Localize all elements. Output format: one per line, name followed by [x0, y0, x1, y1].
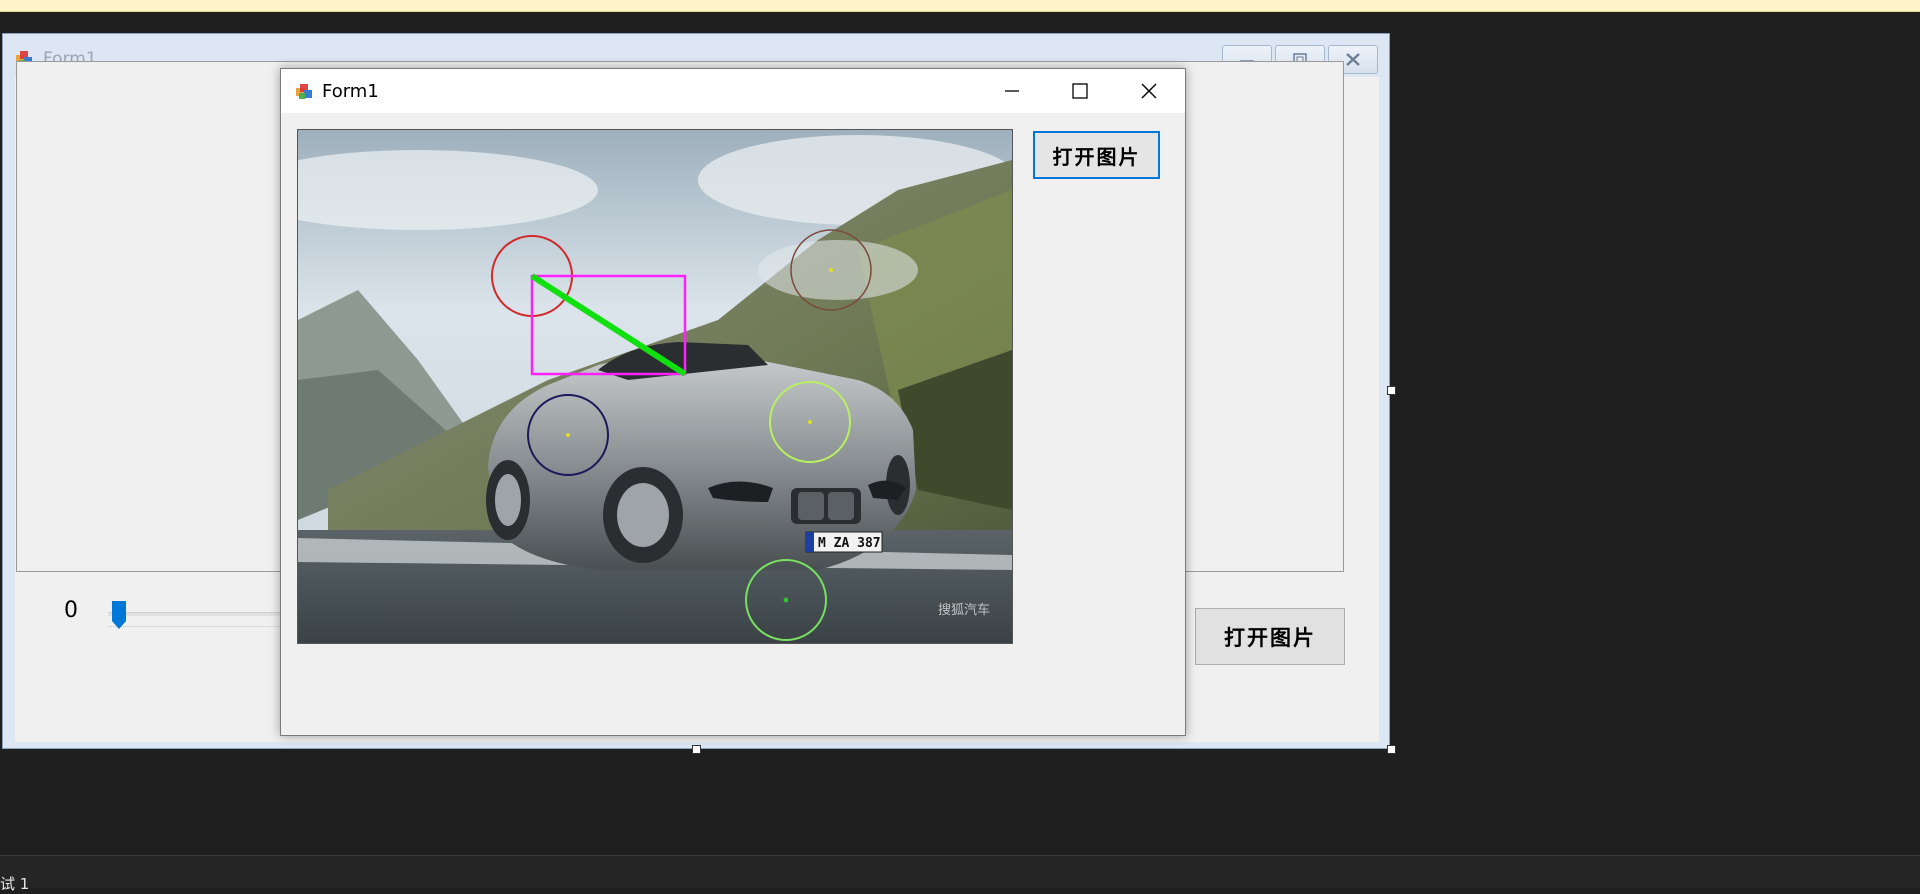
- minimize-icon: [1005, 90, 1019, 92]
- notification-strip: [0, 0, 1920, 12]
- maximize-icon: [1072, 83, 1088, 99]
- run-title-bar[interactable]: Form1: [281, 69, 1185, 113]
- close-button[interactable]: [1115, 69, 1183, 113]
- trackbar-value-label: 0: [64, 598, 78, 623]
- license-plate-text: M ZA 387: [818, 536, 881, 551]
- ide-bottom-bar: 试 1: [0, 855, 1920, 893]
- close-icon: [1141, 83, 1157, 99]
- form-app-icon: [296, 84, 312, 99]
- minimize-button[interactable]: [978, 69, 1046, 113]
- running-form-window[interactable]: Form1 M ZA 387 搜狐汽车 打开图片: [280, 68, 1186, 736]
- resize-handle-bottom[interactable]: [692, 745, 701, 754]
- picture-box[interactable]: M ZA 387 搜狐汽车: [297, 129, 1013, 644]
- watermark-text: 搜狐汽车: [938, 602, 990, 618]
- status-text: 试 1: [0, 875, 30, 893]
- open-image-button[interactable]: 打开图片: [1195, 608, 1345, 665]
- maximize-button[interactable]: [1046, 69, 1114, 113]
- brown-circle-center: [829, 268, 833, 272]
- trackbar-thumb[interactable]: [111, 600, 127, 630]
- car-photo: M ZA 387 搜狐汽车: [298, 130, 1012, 643]
- resize-handle-right[interactable]: [1387, 386, 1396, 395]
- open-image-button[interactable]: 打开图片: [1033, 131, 1160, 179]
- resize-handle-corner[interactable]: [1387, 745, 1396, 754]
- trackbar[interactable]: [108, 612, 286, 616]
- green-circle-center: [783, 597, 789, 603]
- run-title: Form1: [322, 81, 379, 102]
- navy-circle-center: [566, 433, 570, 437]
- lime-circle-center: [808, 420, 812, 424]
- trackbar-ticks: [108, 626, 286, 627]
